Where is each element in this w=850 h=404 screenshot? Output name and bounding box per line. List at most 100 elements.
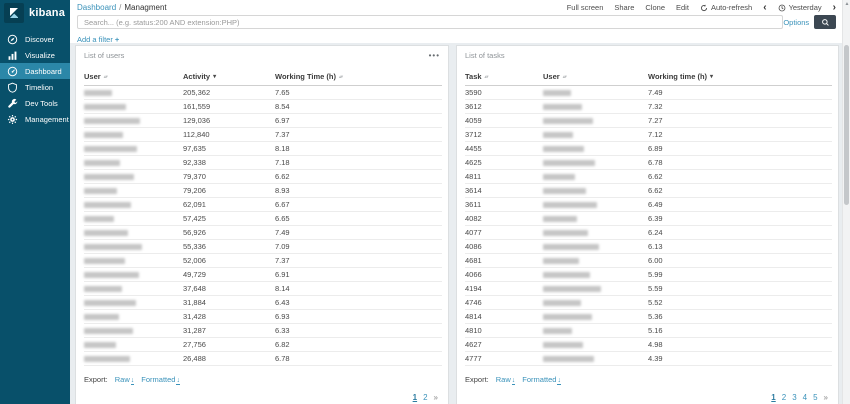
sidebar-item-management[interactable]: Management xyxy=(0,111,70,127)
table-row: 4077 6.24 xyxy=(465,226,832,240)
sidebar-item-label: Visualize xyxy=(25,51,55,60)
export-raw-link[interactable]: Raw↓ xyxy=(115,375,135,384)
panel-menu-dots[interactable]: ••• xyxy=(429,54,440,58)
export-formatted-link[interactable]: Formatted↓ xyxy=(141,375,180,384)
page-button-2[interactable]: 2 xyxy=(423,393,427,402)
working-time-cell: 7.18 xyxy=(275,156,442,170)
page-button-2[interactable]: 2 xyxy=(782,393,786,402)
sidebar-item-label: Dashboard xyxy=(25,67,62,76)
working-time-cell: 8.18 xyxy=(275,142,442,156)
table-row: 37,648 8.14 xyxy=(84,282,442,296)
activity-cell: 26,488 xyxy=(183,352,275,366)
search-input[interactable] xyxy=(77,15,783,29)
column-header-activity[interactable]: Activity▾ xyxy=(183,70,275,86)
time-picker-button[interactable]: Yesterday xyxy=(778,3,822,12)
activity-cell: 27,756 xyxy=(183,338,275,352)
export-raw-link[interactable]: Raw↓ xyxy=(496,375,516,384)
redacted-user-name xyxy=(543,300,581,306)
page-button-5[interactable]: 5 xyxy=(813,393,817,402)
options-link[interactable]: Options xyxy=(783,18,809,27)
export-formatted-link[interactable]: Formatted↓ xyxy=(522,375,561,384)
sidebar-item-timelion[interactable]: Timelion xyxy=(0,79,70,95)
working-time-cell: 6.39 xyxy=(648,212,832,226)
sidebar-nav: Discover Visualize Dashboard Timelion De… xyxy=(0,31,70,127)
user-cell xyxy=(543,352,648,366)
download-icon: ↓ xyxy=(176,377,180,385)
working-time-cell: 6.33 xyxy=(275,324,442,338)
page-button-1[interactable]: 1 xyxy=(413,393,417,402)
redacted-user-name xyxy=(543,314,592,320)
sidebar-item-visualize[interactable]: Visualize xyxy=(0,47,70,63)
tasks-panel: List of tasks Task▴▾User▴▾Working time (… xyxy=(456,45,839,404)
user-cell xyxy=(84,282,183,296)
redacted-user-name xyxy=(543,90,571,96)
scrollbar-up-arrow[interactable]: ▲ xyxy=(843,0,850,8)
breadcrumb-dashboard-link[interactable]: Dashboard xyxy=(77,3,116,12)
sort-desc-icon: ▾ xyxy=(213,74,216,80)
column-header-working-time-h[interactable]: Working time (h)▾ xyxy=(648,70,832,86)
user-cell xyxy=(543,198,648,212)
dashboard-icon xyxy=(7,66,18,77)
column-header-task[interactable]: Task▴▾ xyxy=(465,70,543,86)
working-time-cell: 6.00 xyxy=(648,254,832,268)
sidebar-item-discover[interactable]: Discover xyxy=(0,31,70,47)
table-row: 62,091 6.67 xyxy=(84,198,442,212)
table-row: 4814 5.36 xyxy=(465,310,832,324)
column-header-user[interactable]: User▴▾ xyxy=(543,70,648,86)
user-cell xyxy=(84,254,183,268)
panel-title: List of tasks xyxy=(465,51,505,60)
sidebar-item-label: Discover xyxy=(25,35,54,44)
table-row: 92,338 7.18 xyxy=(84,156,442,170)
redacted-user-name xyxy=(543,258,579,264)
user-cell xyxy=(84,268,183,282)
users-panel: List of users ••• User▴▾Activity▾Working… xyxy=(75,45,449,404)
sidebar-item-label: Dev Tools xyxy=(25,99,58,108)
time-forward-button[interactable]: › xyxy=(833,4,836,12)
management-icon xyxy=(7,114,18,125)
task-cell: 3590 xyxy=(465,86,543,100)
page-button-next[interactable]: » xyxy=(824,393,828,402)
page-button-1[interactable]: 1 xyxy=(771,393,775,402)
user-cell xyxy=(84,310,183,324)
menu-item-clone[interactable]: Clone xyxy=(645,3,665,12)
user-cell xyxy=(543,212,648,226)
working-time-cell: 5.52 xyxy=(648,296,832,310)
task-cell: 4746 xyxy=(465,296,543,310)
redacted-user-name xyxy=(543,286,601,292)
time-back-button[interactable]: ‹ xyxy=(763,4,766,12)
sidebar-item-dev-tools[interactable]: Dev Tools xyxy=(0,95,70,111)
task-cell: 4811 xyxy=(465,170,543,184)
menu-item-share[interactable]: Share xyxy=(614,3,634,12)
working-time-cell: 5.59 xyxy=(648,282,832,296)
menu-item-edit[interactable]: Edit xyxy=(676,3,689,12)
kibana-logo[interactable]: kibana xyxy=(0,0,70,26)
column-header-working-time-h[interactable]: Working Time (h)▴▾ xyxy=(275,70,442,86)
working-time-cell: 7.49 xyxy=(275,226,442,240)
users-table: User▴▾Activity▾Working Time (h)▴▾ 205,36… xyxy=(84,70,442,366)
search-button[interactable] xyxy=(814,15,836,29)
activity-cell: 161,559 xyxy=(183,100,275,114)
working-time-cell: 6.49 xyxy=(648,198,832,212)
user-cell xyxy=(84,212,183,226)
page-button-3[interactable]: 3 xyxy=(792,393,796,402)
redacted-user-name xyxy=(543,202,597,208)
menu-item-full-screen[interactable]: Full screen xyxy=(567,3,604,12)
scrollbar-thumb[interactable] xyxy=(844,45,849,205)
page-button-next[interactable]: » xyxy=(434,393,438,402)
page-button-4[interactable]: 4 xyxy=(803,393,807,402)
table-row: 31,428 6.93 xyxy=(84,310,442,324)
time-range-label: Yesterday xyxy=(789,3,822,12)
user-cell xyxy=(543,282,648,296)
working-time-cell: 4.39 xyxy=(648,352,832,366)
table-row: 79,370 6.62 xyxy=(84,170,442,184)
user-cell xyxy=(84,170,183,184)
column-header-user[interactable]: User▴▾ xyxy=(84,70,183,86)
auto-refresh-button[interactable]: Auto-refresh xyxy=(700,3,752,12)
sidebar-item-dashboard[interactable]: Dashboard xyxy=(0,63,70,79)
user-cell xyxy=(543,128,648,142)
main-area: Dashboard/Managment Full screenShareClon… xyxy=(70,0,842,404)
working-time-cell: 7.09 xyxy=(275,240,442,254)
redacted-user-name xyxy=(543,160,595,166)
working-time-cell: 6.78 xyxy=(275,352,442,366)
redacted-user-name xyxy=(84,328,133,334)
